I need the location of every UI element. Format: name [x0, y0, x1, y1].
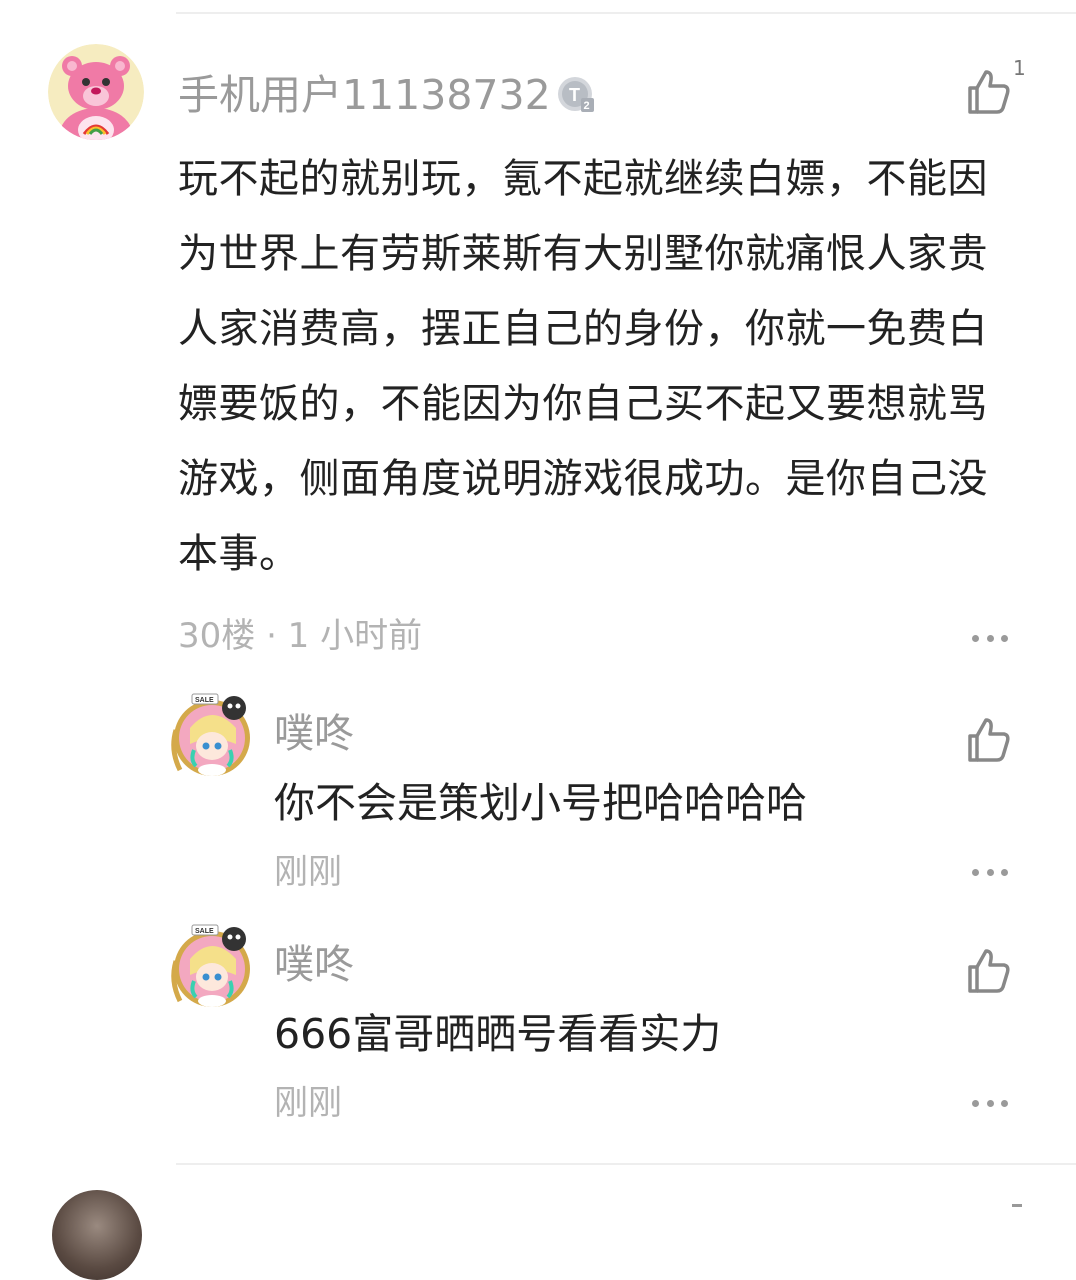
more-dot-icon — [972, 634, 979, 642]
thumbs-up-icon — [968, 718, 1010, 762]
level-badge-icon: T 2 — [554, 74, 598, 118]
like-button[interactable] — [962, 66, 1014, 118]
svg-text:2: 2 — [584, 100, 590, 112]
reply-time: 刚刚 — [274, 1083, 342, 1123]
more-options-button[interactable] — [972, 866, 1008, 878]
reply-username[interactable]: 噗咚 — [274, 710, 354, 758]
more-dot-icon — [986, 1099, 994, 1107]
reply-text: 666富哥晒晒号看看实力 — [274, 1010, 722, 1058]
thumbs-up-icon — [968, 70, 1010, 114]
floor-and-time: 30楼 · 1 小时前 — [178, 616, 423, 656]
reply-username[interactable]: 噗咚 — [274, 941, 354, 989]
next-like-icon[interactable] — [1012, 1204, 1022, 1215]
more-dot-icon — [972, 1099, 979, 1107]
svg-text:SALE: SALE — [195, 697, 214, 704]
like-button[interactable] — [962, 945, 1014, 997]
reply-text: 你不会是策划小号把哈哈哈哈 — [274, 779, 807, 827]
more-dot-icon — [972, 868, 979, 876]
username[interactable]: 手机用户11138732 — [178, 70, 551, 120]
more-dot-icon — [986, 634, 994, 642]
anime-girl-avatar-with-sale-frame-icon: SALE — [171, 693, 250, 776]
more-dot-icon — [1001, 868, 1008, 876]
bottom-divider — [176, 1163, 1076, 1165]
like-count: 1 — [1013, 56, 1026, 80]
anime-girl-avatar-with-sale-frame-icon: SALE — [171, 924, 250, 1007]
reply-time: 刚刚 — [274, 852, 342, 892]
user-avatar[interactable] — [48, 44, 144, 140]
comment-text: 玩不起的就别玩，氪不起就继续白嫖，不能因为世界上有劳斯莱斯有大别墅你就痛恨人家贵… — [178, 156, 988, 577]
reply-item: SALE 噗咚 你不会是策划小号把哈哈哈哈 刚刚 — [0, 690, 1076, 910]
pink-care-bear-avatar-icon — [48, 44, 144, 140]
top-divider — [176, 12, 1076, 14]
svg-text:T: T — [569, 85, 580, 105]
reply-item: SALE 噗咚 666富哥晒晒号看看实力 刚刚 — [0, 921, 1076, 1141]
next-comment-avatar[interactable] — [52, 1190, 142, 1280]
like-button[interactable] — [962, 714, 1014, 766]
thumbs-up-icon — [968, 949, 1010, 993]
more-options-button[interactable] — [972, 632, 1008, 644]
reply-avatar[interactable]: SALE — [166, 921, 258, 1013]
more-options-button[interactable] — [972, 1097, 1008, 1109]
more-dot-icon — [1001, 1099, 1008, 1107]
svg-text:SALE: SALE — [195, 928, 214, 935]
more-dot-icon — [986, 868, 994, 876]
reply-avatar[interactable]: SALE — [166, 690, 258, 782]
more-dot-icon — [1001, 634, 1008, 642]
